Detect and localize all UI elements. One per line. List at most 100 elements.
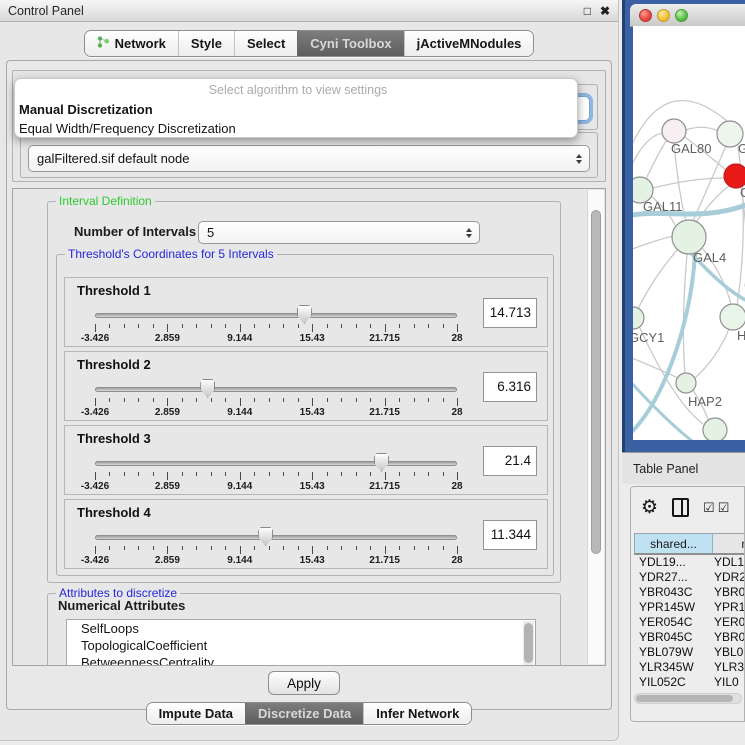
network-view-window: GAL80GACGAL11GAL4GCY1HHAP2 bbox=[622, 0, 745, 452]
tab-cyni-toolbox[interactable]: Cyni Toolbox bbox=[297, 31, 403, 56]
slider-thumb[interactable] bbox=[374, 453, 389, 472]
network-node-label: GAL11 bbox=[643, 199, 683, 214]
combo-spinner-icon[interactable] bbox=[466, 228, 472, 238]
scale-label: 21.715 bbox=[369, 333, 400, 344]
threshold-slider[interactable] bbox=[95, 526, 457, 546]
table-row[interactable]: YPR145WYPR1 bbox=[634, 600, 745, 615]
slider-track[interactable] bbox=[95, 387, 457, 392]
network-node[interactable] bbox=[662, 119, 686, 143]
attribute-item[interactable]: TopologicalCoefficient bbox=[67, 637, 535, 654]
checkbox-icon[interactable]: ☑ bbox=[703, 501, 715, 514]
popup-item-manual-discretization[interactable]: Manual Discretization bbox=[15, 100, 577, 119]
tab-select[interactable]: Select bbox=[234, 31, 297, 56]
close-traffic-light[interactable] bbox=[639, 9, 652, 22]
name-cell: YBL0 bbox=[712, 645, 745, 660]
settings-scroll-panel: Interval Definition Number of Intervals … bbox=[12, 188, 606, 666]
settings-scrollbar[interactable] bbox=[587, 190, 604, 664]
network-node[interactable] bbox=[672, 220, 706, 254]
scale-label: 15.43 bbox=[300, 481, 325, 492]
slider-scale-labels: -3.4262.8599.14415.4321.71528 bbox=[95, 555, 457, 567]
network-canvas[interactable]: GAL80GACGAL11GAL4GCY1HHAP2 bbox=[633, 26, 745, 440]
threshold-label: Threshold 3 bbox=[77, 431, 151, 446]
table-data-combo[interactable]: galFiltered.sif default node bbox=[28, 145, 590, 172]
slider-ticks bbox=[95, 472, 457, 481]
network-edge[interactable] bbox=[633, 236, 673, 251]
table-row[interactable]: YDL19...YDL1 bbox=[634, 555, 745, 570]
network-node-label: H bbox=[737, 328, 745, 343]
tab-network[interactable]: Network bbox=[85, 31, 178, 56]
network-edge[interactable] bbox=[686, 127, 718, 131]
table-row[interactable]: YDR27...YDR2 bbox=[634, 570, 745, 585]
threshold-value-field[interactable]: 6.316 bbox=[483, 372, 537, 402]
attribute-list-scrollbar[interactable] bbox=[523, 621, 534, 666]
slider-track[interactable] bbox=[95, 461, 457, 466]
network-node-label: GA bbox=[738, 141, 745, 156]
table-data-combo-value: galFiltered.sif default node bbox=[37, 151, 189, 166]
table-row[interactable]: YER054CYER0 bbox=[634, 615, 745, 630]
close-window-icon[interactable]: ✖ bbox=[600, 5, 610, 17]
tab-infer-network[interactable]: Infer Network bbox=[363, 703, 471, 724]
network-edge[interactable] bbox=[633, 254, 695, 436]
threshold-slider[interactable] bbox=[95, 452, 457, 472]
slider-track[interactable] bbox=[95, 535, 457, 540]
attribute-item[interactable]: SelfLoops bbox=[67, 620, 535, 637]
tab-jactivemnodules[interactable]: jActiveMNodules bbox=[404, 31, 534, 56]
number-of-intervals-combo[interactable]: 5 bbox=[198, 221, 480, 244]
combo-spinner-icon[interactable] bbox=[576, 154, 582, 164]
zoom-traffic-light[interactable] bbox=[675, 9, 688, 22]
scrollbar-thumb[interactable] bbox=[591, 210, 601, 554]
column-header-shared-name[interactable]: shared... bbox=[635, 534, 713, 553]
name-cell: YBR0 bbox=[712, 585, 745, 600]
network-edge[interactable] bbox=[695, 329, 729, 378]
threshold-slider[interactable] bbox=[95, 378, 457, 398]
network-node-label: HAP2 bbox=[688, 394, 722, 409]
threshold-value-field[interactable]: 21.4 bbox=[483, 446, 537, 476]
table-row[interactable]: YBL079WYBL0 bbox=[634, 645, 745, 660]
shared-name-cell: YDR27... bbox=[634, 570, 712, 585]
bottom-tab-bar: Impute DataDiscretize DataInfer Network bbox=[146, 702, 473, 725]
network-node[interactable] bbox=[720, 304, 745, 330]
slider-thumb[interactable] bbox=[297, 305, 312, 324]
tab-style[interactable]: Style bbox=[178, 31, 234, 56]
scale-label: 28 bbox=[451, 407, 462, 418]
scale-label: 9.144 bbox=[227, 555, 252, 566]
column-header-name[interactable]: na bbox=[713, 534, 745, 553]
network-edge[interactable] bbox=[646, 141, 666, 179]
slider-thumb[interactable] bbox=[200, 379, 215, 398]
table-horizontal-scrollbar[interactable] bbox=[634, 693, 742, 704]
scrollbar-thumb[interactable] bbox=[636, 695, 733, 702]
gear-icon[interactable]: ⚙ bbox=[641, 498, 658, 517]
shared-name-cell: YBL079W bbox=[634, 645, 712, 660]
tab-discretize-data[interactable]: Discretize Data bbox=[245, 703, 363, 724]
network-node[interactable] bbox=[633, 307, 644, 329]
numerical-attributes-label: Numerical Attributes bbox=[58, 598, 185, 613]
network-node-label: GCY1 bbox=[633, 330, 664, 345]
threshold-row: Threshold 3-3.4262.8599.14415.4321.71528… bbox=[64, 425, 548, 495]
slider-track[interactable] bbox=[95, 313, 457, 318]
minimize-traffic-light[interactable] bbox=[657, 9, 670, 22]
table-row[interactable]: YBR043CYBR0 bbox=[634, 585, 745, 600]
threshold-label: Threshold 4 bbox=[77, 505, 151, 520]
popup-item-equal-width[interactable]: Equal Width/Frequency Discretization bbox=[15, 119, 577, 138]
network-node[interactable] bbox=[703, 418, 727, 440]
network-edge[interactable] bbox=[653, 178, 725, 188]
threshold-slider[interactable] bbox=[95, 304, 457, 324]
attribute-item[interactable]: BetweennessCentrality bbox=[67, 654, 535, 666]
tab-impute-data[interactable]: Impute Data bbox=[147, 703, 245, 724]
network-edge[interactable] bbox=[638, 249, 678, 309]
apply-button[interactable]: Apply bbox=[268, 671, 340, 695]
float-window-icon[interactable]: □ bbox=[584, 5, 591, 17]
interval-definition-label: Interval Definition bbox=[56, 194, 155, 209]
scale-label: -3.426 bbox=[81, 333, 109, 344]
threshold-value-field[interactable]: 11.344 bbox=[483, 520, 537, 550]
network-node[interactable] bbox=[676, 373, 696, 393]
attribute-list[interactable]: SelfLoopsTopologicalCoefficientBetweenne… bbox=[66, 619, 536, 666]
table-row[interactable]: YIL052CYIL0 bbox=[634, 675, 745, 687]
algorithm-popup: Select algorithm to view settings Manual… bbox=[14, 78, 578, 138]
table-row[interactable]: YBR045CYBR0 bbox=[634, 630, 745, 645]
checkbox-icon[interactable]: ☑ bbox=[718, 501, 730, 514]
columns-icon[interactable] bbox=[672, 498, 689, 517]
table-row[interactable]: YLR345WYLR3 bbox=[634, 660, 745, 675]
slider-thumb[interactable] bbox=[258, 527, 273, 546]
threshold-value-field[interactable]: 14.713 bbox=[483, 298, 537, 328]
